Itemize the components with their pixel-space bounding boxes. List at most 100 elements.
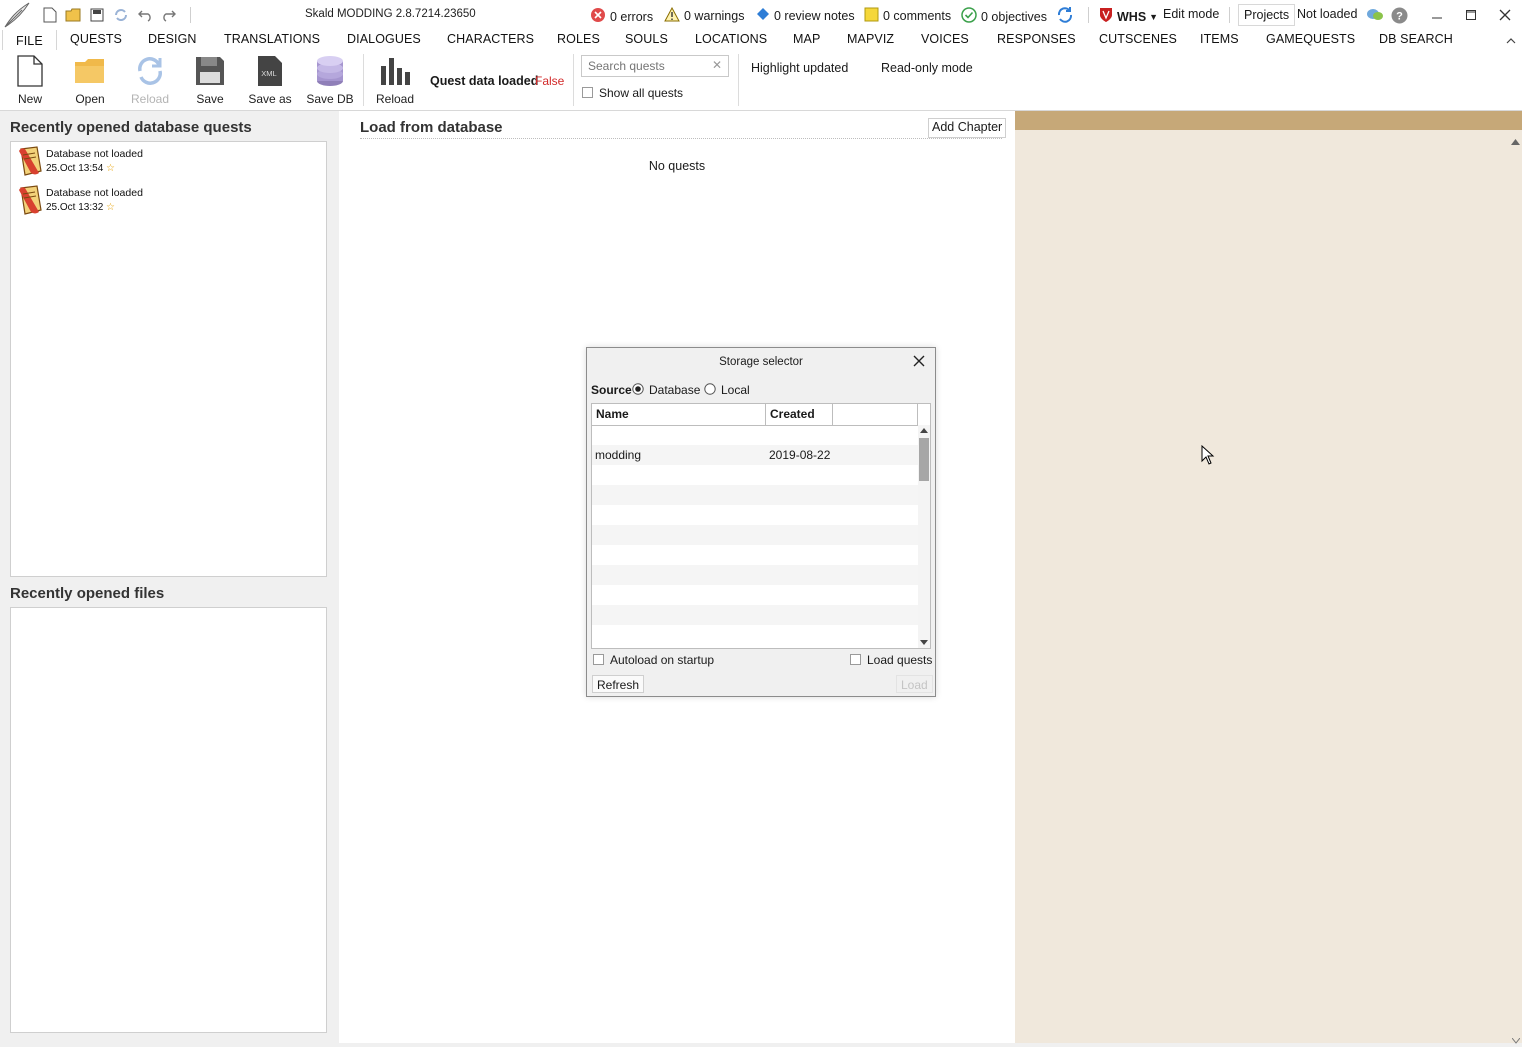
table-row: [592, 625, 918, 645]
search-quests-box[interactable]: ✕: [581, 55, 729, 77]
tab-items[interactable]: ITEMS: [1200, 32, 1239, 46]
open-folder-icon[interactable]: [64, 6, 82, 24]
right-panel: [1015, 111, 1522, 1044]
tab-souls[interactable]: SOULS: [625, 32, 668, 46]
reload-quests-button[interactable]: Reload: [369, 54, 421, 106]
tab-voices[interactable]: VOICES: [921, 32, 969, 46]
chat-icon[interactable]: [1366, 6, 1384, 24]
save-as-button[interactable]: XML Save as: [244, 54, 296, 106]
save-db-button[interactable]: Save DB: [304, 54, 356, 106]
table-row: [592, 605, 918, 625]
errors-status[interactable]: 0 errors: [590, 7, 653, 26]
dialog-title: Storage selector: [587, 348, 935, 376]
save-icon[interactable]: [88, 6, 106, 24]
recent-db-quests-list[interactable]: Database not loaded 25.Oct 13:54 ☆ Datab…: [10, 141, 327, 577]
project-selector[interactable]: WHS ▼: [1099, 7, 1158, 26]
clear-search-icon[interactable]: ✕: [712, 58, 722, 72]
column-header-name[interactable]: Name: [592, 404, 766, 425]
projects-button[interactable]: Projects: [1238, 4, 1296, 26]
maximize-icon[interactable]: [1458, 4, 1484, 26]
open-button[interactable]: Open: [64, 54, 116, 106]
scroll-up-icon[interactable]: [1511, 133, 1520, 148]
star-icon[interactable]: ☆: [106, 163, 115, 174]
source-local-label[interactable]: Local: [721, 383, 750, 397]
scroll-up-arrow-icon[interactable]: [920, 428, 928, 433]
ribbon-divider: [363, 54, 364, 106]
refresh-button[interactable]: Refresh: [592, 675, 645, 693]
ribbon-toolbar: New Open Reload Save XML Save as Save DB…: [0, 50, 1522, 123]
star-icon[interactable]: ☆: [106, 202, 115, 213]
warnings-status[interactable]: 0 warnings: [664, 6, 744, 25]
close-window-icon[interactable]: [1492, 4, 1518, 26]
search-quests-input[interactable]: [582, 56, 708, 75]
recent-files-title: Recently opened files: [10, 585, 165, 602]
comments-count: 0 comments: [883, 9, 952, 23]
undo-icon[interactable]: [136, 6, 154, 24]
errors-count: 0 errors: [610, 9, 654, 24]
shield-icon: [1099, 7, 1113, 26]
objectives-status[interactable]: 0 objectives: [961, 7, 1047, 26]
new-file-icon[interactable]: [41, 6, 59, 24]
tab-cutscenes[interactable]: CUTSCENES: [1099, 32, 1177, 46]
tab-map[interactable]: MAP: [793, 32, 820, 46]
svg-text:XML: XML: [261, 69, 276, 78]
tab-quests[interactable]: QUESTS: [70, 32, 122, 46]
source-local-radio[interactable]: [704, 383, 716, 398]
storage-grid[interactable]: Name Created modding 2019-08-22: [591, 403, 931, 649]
tab-characters[interactable]: CHARACTERS: [447, 32, 534, 46]
open-button-label: Open: [75, 92, 105, 106]
autoload-checkbox[interactable]: [593, 654, 604, 665]
show-all-quests-checkbox[interactable]: [582, 87, 593, 98]
add-chapter-button[interactable]: Add Chapter: [928, 118, 1007, 138]
minimize-icon[interactable]: [1424, 4, 1450, 26]
source-label: Source: [591, 383, 632, 397]
column-header-created[interactable]: Created: [766, 404, 833, 425]
tab-gamequests[interactable]: GAMEQUESTS: [1266, 32, 1355, 46]
scroll-down-arrow-icon[interactable]: [920, 640, 928, 645]
grid-scrollbar[interactable]: [918, 425, 930, 648]
column-header-blank[interactable]: [833, 404, 918, 425]
source-database-label[interactable]: Database: [649, 383, 700, 397]
collapse-ribbon-icon[interactable]: [1506, 33, 1516, 48]
load-button[interactable]: Load: [896, 675, 933, 693]
tab-db-search[interactable]: DB SEARCH: [1379, 32, 1453, 46]
tab-file[interactable]: FILE: [2, 30, 57, 50]
help-icon[interactable]: ?: [1390, 6, 1408, 24]
reload-button[interactable]: Reload: [124, 54, 176, 106]
load-quests-checkbox[interactable]: [850, 654, 861, 665]
ribbon-divider: [573, 54, 574, 106]
app-logo-icon: [2, 1, 32, 29]
scroll-down-icon[interactable]: [1511, 1032, 1521, 1047]
tab-translations[interactable]: TRANSLATIONS: [224, 32, 320, 46]
sync-icon[interactable]: [1056, 6, 1074, 24]
quest-scroll-icon: [19, 185, 42, 215]
comments-status[interactable]: 0 comments: [864, 7, 951, 25]
review-notes-status[interactable]: 0 review notes: [756, 7, 855, 24]
close-dialog-icon[interactable]: [913, 355, 925, 370]
source-database-radio[interactable]: [632, 383, 644, 398]
save-button[interactable]: Save: [184, 54, 236, 106]
table-row[interactable]: modding 2019-08-22: [592, 445, 918, 465]
reload-quests-label: Reload: [375, 92, 415, 106]
row-created: 2019-08-22: [769, 448, 831, 462]
new-button[interactable]: New: [4, 54, 56, 106]
tab-responses[interactable]: RESPONSES: [997, 32, 1076, 46]
tab-dialogues[interactable]: DIALOGUES: [347, 32, 421, 46]
new-document-icon: [17, 55, 43, 87]
tab-roles[interactable]: ROLES: [557, 32, 600, 46]
tab-locations[interactable]: LOCATIONS: [695, 32, 767, 46]
quest-scroll-icon: [19, 146, 42, 176]
edit-mode-label[interactable]: Edit mode: [1163, 7, 1219, 21]
redo-icon[interactable]: [160, 6, 178, 24]
recent-quest-name: Database not loaded: [46, 148, 143, 160]
recent-files-list[interactable]: [10, 607, 327, 1033]
reload-icon: [138, 57, 162, 85]
tab-mapviz[interactable]: MAPVIZ: [847, 32, 894, 46]
dropdown-caret-icon[interactable]: ▼: [1149, 12, 1158, 22]
tab-design[interactable]: DESIGN: [148, 32, 197, 46]
quest-data-loaded-label: Quest data loaded: [430, 74, 539, 88]
scroll-thumb[interactable]: [919, 438, 929, 481]
right-panel-header-bar: [1015, 111, 1522, 130]
quest-data-loaded-value: False: [535, 74, 565, 88]
refresh-icon[interactable]: [112, 6, 130, 24]
